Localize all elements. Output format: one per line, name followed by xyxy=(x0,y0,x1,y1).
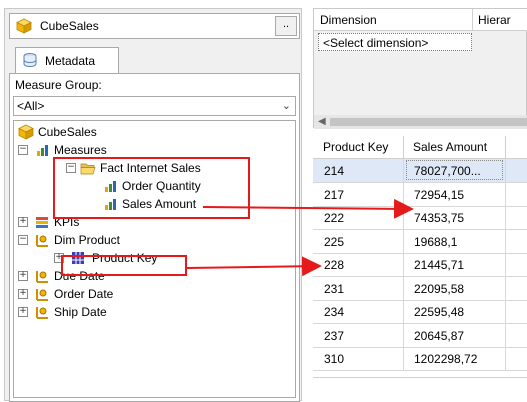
collapse-icon[interactable]: − xyxy=(18,235,28,245)
highlight-fact-measures xyxy=(53,157,250,219)
cell-sales-amount: 22095,58 xyxy=(414,281,465,296)
cell-product-key: 222 xyxy=(324,211,345,225)
column-divider xyxy=(403,276,404,300)
measure-group-value: <All> xyxy=(17,99,45,113)
results-grid: Product Key Sales Amount 214 78027,700...… xyxy=(313,136,527,401)
metadata-panel: Measure Group: <All> ⌄ CubeSales − Measu… xyxy=(9,73,300,402)
column-divider xyxy=(403,300,404,323)
cube-selector[interactable]: CubeSales .. xyxy=(9,13,300,39)
column-divider xyxy=(505,300,506,323)
dimension-icon xyxy=(36,289,48,301)
measure-group-label: Measure Group: xyxy=(15,78,102,92)
cell-sales-amount: 1202298,72 xyxy=(414,352,478,366)
results-header: Product Key Sales Amount xyxy=(313,136,527,159)
measure-group-select[interactable]: <All> ⌄ xyxy=(13,96,296,116)
column-divider xyxy=(403,323,404,347)
tree-node-cube-label: CubeSales xyxy=(38,125,97,139)
dimension-icon xyxy=(36,235,48,247)
browse-cube-button[interactable]: .. xyxy=(275,16,297,36)
tab-metadata-label: Metadata xyxy=(45,54,96,68)
cell-sales-amount: 21445,71 xyxy=(414,258,465,272)
column-divider xyxy=(403,159,404,182)
cell-product-key: 310 xyxy=(324,352,345,366)
cell-sales-amount: 19688,1 xyxy=(414,234,458,249)
column-divider xyxy=(403,253,404,276)
cell-product-key: 234 xyxy=(324,305,345,319)
scrollbar-thumb[interactable] xyxy=(330,118,527,126)
table-row[interactable]: 214 78027,700... xyxy=(313,159,527,183)
column-divider xyxy=(505,159,506,182)
column-divider xyxy=(505,276,506,300)
dimension-filter-grid: Dimension Hierar <Select dimension> ◀ xyxy=(313,8,527,129)
dimension-grid-header: Dimension Hierar xyxy=(314,9,527,31)
table-row[interactable]: 237 20645,87 xyxy=(313,323,527,348)
expand-icon[interactable]: + xyxy=(18,271,28,281)
tree-node-order-date-label: Order Date xyxy=(54,287,114,301)
column-divider xyxy=(505,253,506,276)
select-dimension-text: <Select dimension> xyxy=(323,36,429,50)
table-row[interactable]: 310 1202298,72 xyxy=(313,347,527,371)
column-product-key[interactable]: Product Key xyxy=(323,140,388,154)
cell-product-key: 231 xyxy=(324,281,345,296)
column-divider xyxy=(505,136,506,158)
metadata-icon xyxy=(23,53,37,68)
tree-node-ship-date-label: Ship Date xyxy=(54,305,107,319)
column-dimension: Dimension xyxy=(320,13,377,27)
column-divider xyxy=(505,182,506,206)
table-row[interactable]: 222 74353,75 xyxy=(313,206,527,230)
column-divider xyxy=(403,182,404,206)
column-hierarchy: Hierar xyxy=(478,13,511,27)
cell-product-key: 214 xyxy=(324,164,345,178)
cell-product-key: 237 xyxy=(324,328,345,343)
expand-icon[interactable]: + xyxy=(18,289,28,299)
browser-pane: Dimension Hierar <Select dimension> ◀ Pr… xyxy=(313,8,527,401)
column-sales-amount[interactable]: Sales Amount xyxy=(413,140,487,154)
column-divider xyxy=(505,229,506,253)
cell-sales-amount: 72954,15 xyxy=(414,187,465,202)
column-divider xyxy=(505,206,506,229)
tab-metadata[interactable]: Metadata xyxy=(15,47,119,73)
cube-icon xyxy=(16,18,32,34)
cell-product-key: 217 xyxy=(324,187,345,202)
select-dimension-cell[interactable]: <Select dimension> xyxy=(318,33,472,51)
cell-sales-amount: 22595,48 xyxy=(414,305,465,319)
table-row[interactable]: 225 19688,1 xyxy=(313,229,527,254)
cube-icon xyxy=(18,124,34,140)
column-divider xyxy=(403,206,404,229)
dimension-icon xyxy=(36,307,48,319)
expand-icon[interactable]: + xyxy=(18,217,28,227)
cell-sales-amount: 20645,87 xyxy=(414,328,465,343)
chevron-down-icon[interactable]: ⌄ xyxy=(282,99,291,112)
table-row[interactable]: 228 21445,71 xyxy=(313,253,527,277)
cell-product-key: 225 xyxy=(324,234,345,249)
table-row[interactable]: 234 22595,48 xyxy=(313,300,527,324)
table-row[interactable]: 217 72954,15 xyxy=(313,182,527,207)
expand-icon[interactable]: + xyxy=(18,307,28,317)
dimension-icon xyxy=(36,271,48,283)
column-divider xyxy=(403,136,404,158)
horizontal-scrollbar[interactable]: ◀ xyxy=(314,115,527,129)
tree-node-measures-label: Measures xyxy=(54,143,107,157)
tree-node-dim-product-label: Dim Product xyxy=(54,233,121,247)
highlight-product-key xyxy=(61,255,187,276)
kpi-icon xyxy=(36,217,48,228)
cell-sales-amount: 74353,75 xyxy=(414,211,465,225)
column-divider xyxy=(505,347,506,370)
header-divider xyxy=(472,9,473,30)
measure-bars-icon xyxy=(37,145,48,156)
column-divider xyxy=(403,229,404,253)
cube-name: CubeSales xyxy=(40,19,99,33)
column-divider xyxy=(403,347,404,370)
cell-product-key: 228 xyxy=(324,258,345,272)
column-divider xyxy=(505,323,506,347)
grid-bottom-edge xyxy=(313,377,527,378)
table-row[interactable]: 231 22095,58 xyxy=(313,276,527,301)
focused-cell-outline xyxy=(406,160,503,180)
scroll-left-icon[interactable]: ◀ xyxy=(318,116,326,127)
collapse-icon[interactable]: − xyxy=(18,145,28,155)
